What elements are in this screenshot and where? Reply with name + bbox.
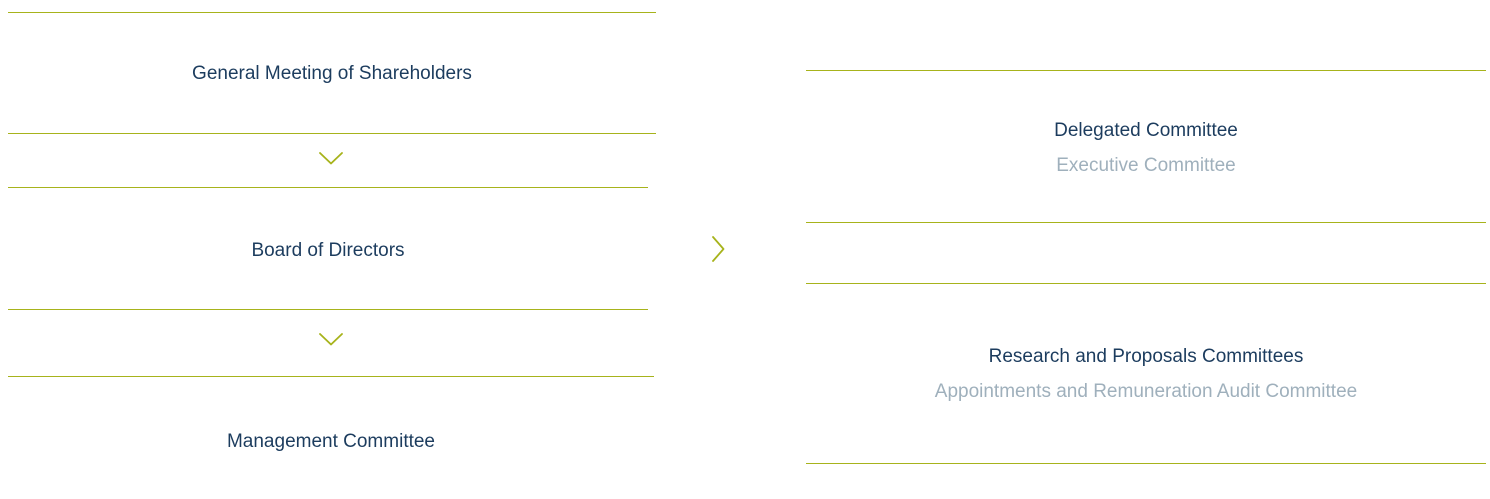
- divider-line: [8, 309, 648, 310]
- divider-line: [806, 70, 1486, 71]
- node-general-meeting: General Meeting of Shareholders: [192, 63, 472, 84]
- divider-line: [8, 133, 656, 134]
- node-board-of-directors: Board of Directors: [251, 240, 405, 261]
- divider-line: [8, 187, 648, 188]
- divider-line: [806, 222, 1486, 223]
- node-management-committee: Management Committee: [226, 431, 436, 452]
- chevron-down-icon: [319, 152, 343, 165]
- node-executive-committee: Executive Committee: [1056, 155, 1236, 176]
- divider-line: [806, 283, 1486, 284]
- divider-line: [8, 12, 656, 13]
- node-research-proposals: Research and Proposals Committees: [988, 346, 1304, 367]
- node-appointments-remuneration-audit: Appointments and Remuneration Audit Comm…: [934, 381, 1358, 402]
- chevron-down-icon: [319, 333, 343, 346]
- divider-line: [8, 376, 654, 377]
- node-delegated-committee: Delegated Committee: [1054, 120, 1238, 141]
- chevron-right-icon: [712, 236, 725, 262]
- divider-line: [806, 463, 1486, 464]
